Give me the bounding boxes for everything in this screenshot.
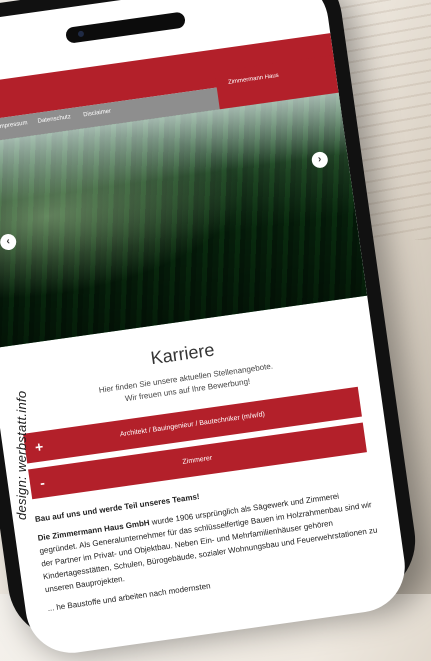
nav-disclaimer[interactable]: Disclaimer xyxy=(83,108,112,118)
phone-mockup: Zimmermann Haus Impressum Datenschutz Di… xyxy=(0,0,431,659)
brand-label: Zimmermann Haus xyxy=(227,72,280,86)
phone-notch xyxy=(64,11,187,44)
nav-datenschutz[interactable]: Datenschutz xyxy=(37,114,71,125)
design-credit: design: werbstatt.info xyxy=(14,390,29,520)
main-content: Karriere Hier finden Sie unsere aktuelle… xyxy=(0,296,405,619)
nav-impressum[interactable]: Impressum xyxy=(0,120,28,130)
